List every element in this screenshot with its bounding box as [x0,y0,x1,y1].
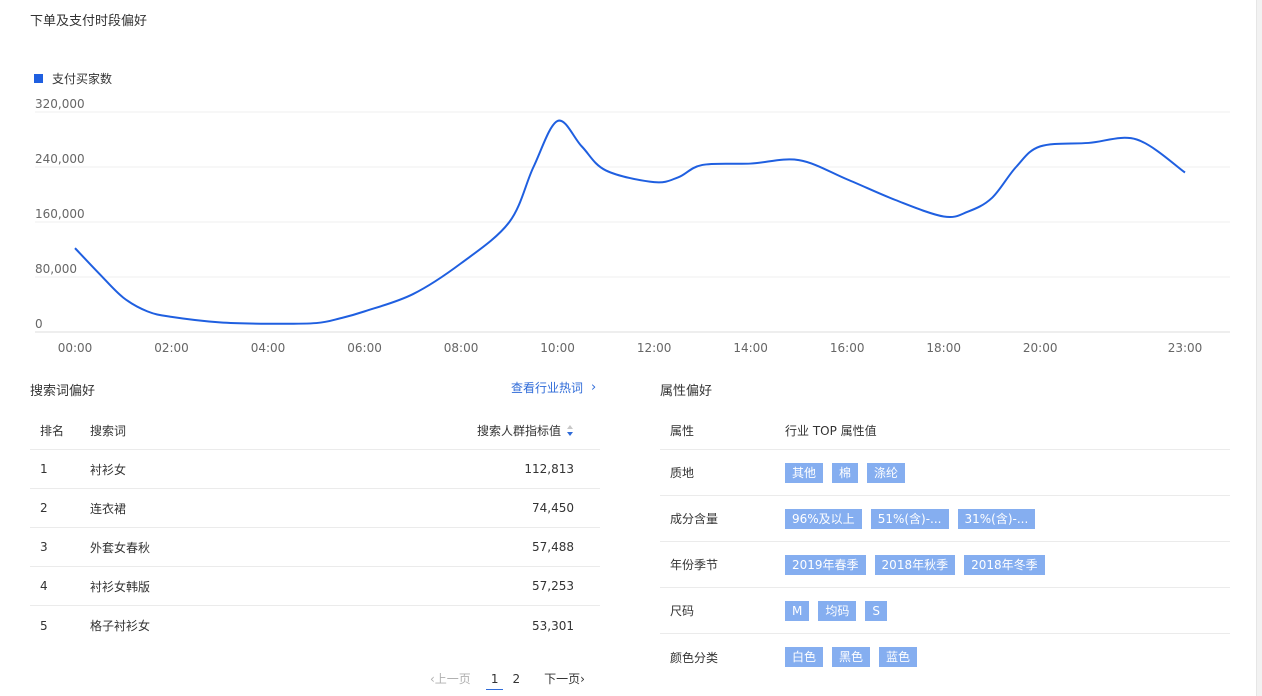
header-value-sort[interactable]: 搜索人群指标值 [477,422,574,439]
table-row: 5 格子衬衫女 53,301 [30,606,600,645]
row-rank: 5 [40,618,48,633]
header-value: 搜索人群指标值 [476,424,561,438]
x-tick-label: 12:00 [637,341,672,355]
x-tick-label: 06:00 [347,341,382,355]
attr-tag[interactable]: 黑色 [832,647,871,667]
attr-tag[interactable]: 白色 [785,647,824,667]
attr-row: 颜色分类 白色 黑色 蓝色 [660,634,1230,680]
page-1-button[interactable]: 1 [486,672,503,690]
attr-row: 尺码 M 均码 S [660,588,1230,634]
row-rank: 3 [40,540,48,554]
table-row: 2 连衣裙 74,450 [30,489,600,528]
attr-tags: M 均码 S [785,600,896,621]
page-2-button[interactable]: 2 [512,672,520,686]
attr-tag[interactable]: S [865,600,887,621]
x-tick-label: 18:00 [926,341,961,355]
row-term: 衬衫女 [90,462,127,477]
x-tick-label: 23:00 [1168,341,1203,355]
attr-tags: 其他 棉 涤纶 [785,462,914,483]
header-term: 搜索词 [90,424,127,438]
row-term: 外套女春秋 [90,540,151,555]
scrollbar-track[interactable] [1256,0,1262,696]
legend-swatch [34,74,43,83]
attr-tags: 2019年春季 2018年秋季 2018年冬季 [785,554,1054,575]
attr-tags: 96%及以上 51%(含)-... 31%(含)-... [785,508,1044,529]
view-industry-keywords-link[interactable]: 查看行业热词 › [511,379,596,396]
row-rank: 2 [40,501,48,515]
attr-row: 年份季节 2019年春季 2018年秋季 2018年冬季 [660,542,1230,588]
y-tick-label: 320,000 [35,97,85,111]
attr-name: 质地 [670,466,695,480]
x-tick-label: 10:00 [540,341,575,355]
y-tick-label: 240,000 [35,152,85,166]
chevron-right-icon: › [591,380,597,395]
y-tick-label: 160,000 [35,207,85,221]
attr-tag[interactable]: 棉 [832,462,859,483]
header-attr-values: 行业 TOP 属性值 [785,424,877,438]
row-term: 连衣裙 [90,501,127,516]
attr-tags: 白色 黑色 蓝色 [785,647,926,667]
x-tick-label: 16:00 [830,341,865,355]
row-value: 53,301 [532,618,574,633]
prev-page-button[interactable]: ‹上一页 [430,670,471,687]
attr-name: 年份季节 [670,558,719,572]
row-term: 格子衬衫女 [90,619,151,633]
header-attr-name: 属性 [670,424,695,438]
search-section-title: 搜索词偏好 [30,384,96,399]
attr-row: 成分含量 96%及以上 51%(含)-... 31%(含)-... [660,496,1230,542]
table-header-row: 排名 搜索词 搜索人群指标值 [30,412,600,450]
row-rank: 4 [40,579,48,593]
attr-row: 质地 其他 棉 涤纶 [660,450,1230,496]
x-tick-label: 04:00 [251,341,286,355]
x-tick-label: 02:00 [154,341,189,355]
legend-label: 支付买家数 [52,72,113,86]
attr-tag[interactable]: 51%(含)-... [870,508,949,529]
attr-section-title: 属性偏好 [660,384,713,399]
x-axis-ticks: 00:00 02:00 04:00 06:00 08:00 10:00 12:00 14:00… [58,341,1203,355]
row-value: 57,253 [532,579,574,593]
y-tick-label: 0 [35,317,43,331]
attr-name: 颜色分类 [670,650,719,665]
attr-name: 成分含量 [670,512,719,526]
search-term-table: 排名 搜索词 搜索人群指标值 1 衬衫女 112,813 2 连衣裙 74,45… [30,412,600,645]
attr-tag[interactable]: 均码 [818,600,857,621]
attr-header-row: 属性 行业 TOP 属性值 [660,412,1230,450]
table-row: 3 外套女春秋 57,488 [30,528,600,567]
sort-icon[interactable] [567,424,574,437]
attr-tag[interactable]: 2019年春季 [785,554,866,575]
row-rank: 1 [40,462,48,476]
y-axis-ticks: 0 80,000 160,000 240,000 320,000 [35,97,85,331]
x-tick-label: 20:00 [1023,341,1058,355]
x-tick-label: 08:00 [444,341,479,355]
chart-title: 下单及支付时段偏好 [30,14,148,29]
chart-legend[interactable]: 支付买家数 [34,70,112,87]
row-value: 74,450 [532,501,574,515]
attr-tag[interactable]: M [785,600,810,621]
attr-tag[interactable]: 其他 [785,462,824,483]
attr-tag[interactable]: 2018年秋季 [874,554,956,575]
pagination: ‹上一页 1 2 下一页› [430,670,585,690]
attr-tag[interactable]: 2018年冬季 [964,554,1045,575]
row-value: 57,488 [532,540,574,554]
row-value: 112,813 [524,462,574,476]
x-tick-label: 14:00 [733,341,768,355]
table-row: 1 衬衫女 112,813 [30,450,600,489]
view-industry-keywords-label: 查看行业热词 [511,381,584,395]
attr-tag[interactable]: 蓝色 [879,647,918,667]
attribute-table: 属性 行业 TOP 属性值 质地 其他 棉 涤纶 成分含量 96%及以上 51%… [660,412,1230,680]
x-tick-label: 00:00 [58,341,93,355]
next-page-button[interactable]: 下一页› [544,670,585,687]
row-term: 衬衫女韩版 [90,579,151,594]
attr-tag[interactable]: 涤纶 [867,462,906,483]
attr-tag[interactable]: 96%及以上 [785,508,862,529]
time-preference-chart: 080,000160,000240,000320,000 00:00 02:00 0… [35,97,1230,355]
header-rank: 排名 [40,424,65,438]
y-tick-label: 80,000 [35,262,77,276]
attr-tag[interactable]: 31%(含)-... [957,508,1036,529]
attr-name: 尺码 [670,604,695,618]
table-row: 4 衬衫女韩版 57,253 [30,567,600,606]
